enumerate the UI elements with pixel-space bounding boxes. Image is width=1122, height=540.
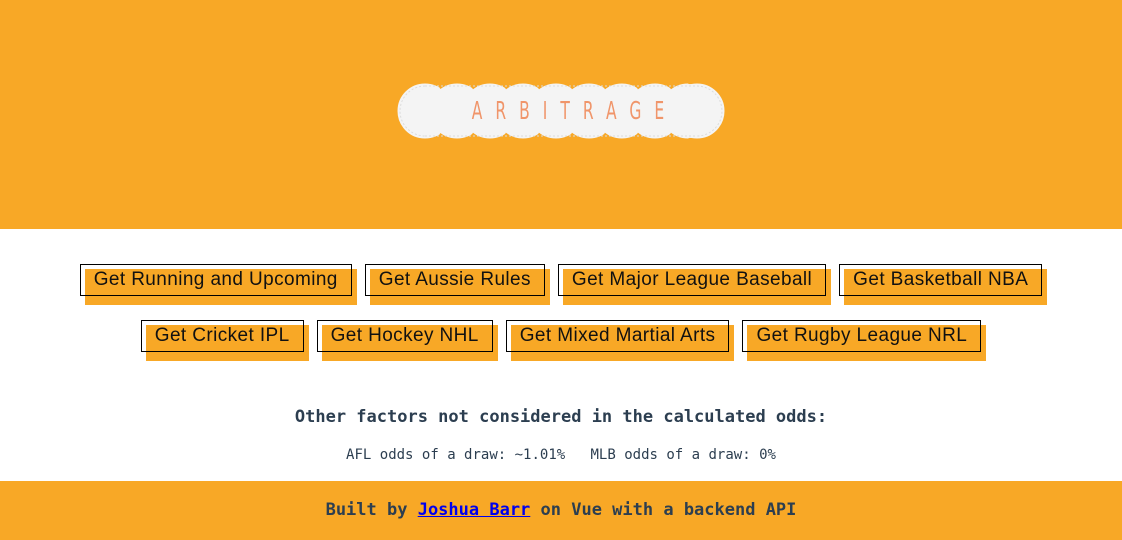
logo-text: ARBITRAGE <box>471 96 678 125</box>
button-wrapper: Get Major League Baseball <box>557 264 832 305</box>
get-rugby-league-nrl-button[interactable]: Get Rugby League NRL <box>742 320 982 352</box>
afl-draw-odds: AFL odds of a draw: ~1.01% <box>346 447 566 463</box>
button-wrapper: Get Hockey NHL <box>316 320 498 361</box>
header-banner: ARBITRAGE <box>0 0 1122 229</box>
button-wrapper: Get Running and Upcoming <box>79 264 357 305</box>
sport-buttons-row-1: Get Running and Upcoming Get Aussie Rule… <box>0 264 1122 305</box>
get-cricket-ipl-button[interactable]: Get Cricket IPL <box>140 320 304 352</box>
author-link[interactable]: Joshua Barr <box>418 500 531 520</box>
other-factors-heading: Other factors not considered in the calc… <box>294 407 828 427</box>
get-running-upcoming-button[interactable]: Get Running and Upcoming <box>79 264 352 296</box>
get-hockey-nhl-button[interactable]: Get Hockey NHL <box>316 320 493 352</box>
button-wrapper: Get Basketball NBA <box>839 264 1048 305</box>
footer-suffix: on Vue with a backend API <box>530 500 797 520</box>
get-mlb-button[interactable]: Get Major League Baseball <box>557 264 827 296</box>
draw-odds-line: AFL odds of a draw: ~1.01% MLB odds of a… <box>0 447 1122 463</box>
footer-prefix: Built by <box>325 500 418 520</box>
arbitrage-logo: ARBITRAGE <box>396 82 726 140</box>
get-aussie-rules-button[interactable]: Get Aussie Rules <box>364 264 545 296</box>
sport-buttons-row-2: Get Cricket IPL Get Hockey NHL Get Mixed… <box>0 320 1122 361</box>
get-mma-button[interactable]: Get Mixed Martial Arts <box>505 320 730 352</box>
button-wrapper: Get Mixed Martial Arts <box>505 320 735 361</box>
button-wrapper: Get Cricket IPL <box>140 320 309 361</box>
mlb-draw-odds: MLB odds of a draw: 0% <box>590 447 776 463</box>
button-wrapper: Get Aussie Rules <box>364 264 550 305</box>
get-nba-button[interactable]: Get Basketball NBA <box>839 264 1043 296</box>
button-wrapper: Get Rugby League NRL <box>742 320 987 361</box>
footer: Built by Joshua Barr on Vue with a backe… <box>0 481 1122 540</box>
